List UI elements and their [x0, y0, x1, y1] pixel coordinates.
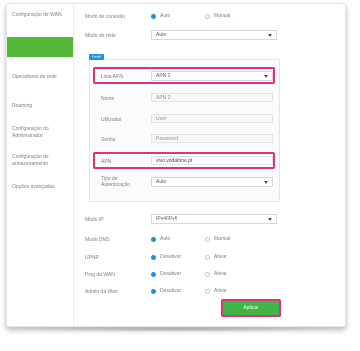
network-mode-select[interactable]: Auto: [151, 30, 277, 40]
chevron-down-icon: [268, 34, 272, 37]
network-mode-label: Modo de rede: [85, 33, 116, 39]
upnp-disable-radio[interactable]: Desativar: [151, 254, 181, 260]
sidebar-item-roaming[interactable]: Roaming: [7, 103, 73, 110]
radio-unselected-icon: [205, 271, 210, 277]
ping-wan-label: Ping da WAN: [85, 272, 115, 278]
radio-unselected-icon: [205, 254, 210, 260]
chevron-down-icon: [264, 181, 268, 184]
radio-selected-icon: [151, 254, 156, 260]
conn-mode-label: Modo de conexão: [85, 14, 125, 20]
radio-selected-icon: [151, 236, 156, 242]
conn-mode-manual-radio[interactable]: Manual: [205, 13, 230, 19]
sidebar-item-advanced-options[interactable]: Opções avançadas: [7, 184, 73, 191]
sidebar-item-network-operators[interactable]: Operadores de rede: [7, 74, 73, 81]
ip-mode-label: Modo IP: [85, 217, 104, 223]
admin-wan-label: Admin da Wan: [85, 289, 118, 295]
radio-unselected-icon: [205, 236, 210, 242]
apn-list-highlight: [93, 67, 275, 84]
dns-manual-radio[interactable]: Manual: [205, 236, 230, 242]
admin-wan-enable-radio[interactable]: Ativar: [205, 288, 227, 294]
admin-wan-disable-radio[interactable]: Desativar: [151, 288, 181, 294]
name-label: Nome: [101, 96, 115, 102]
apn-highlight: [93, 152, 275, 169]
ip-mode-select[interactable]: IPv4/IPv6: [151, 214, 277, 224]
chevron-down-icon: [268, 218, 272, 221]
sidebar: Configuração de WAN Operadores de rede R…: [7, 4, 74, 326]
name-field[interactable]: APN 2: [151, 93, 273, 102]
password-label: Senha: [101, 137, 116, 143]
sidebar-item-admin-config[interactable]: Configuração do Administrador: [7, 126, 73, 140]
sidebar-item-storage-config[interactable]: Configuração de armazenamento: [7, 154, 73, 168]
user-field[interactable]: User: [151, 114, 273, 123]
auth-type-select[interactable]: Auto: [151, 177, 273, 187]
ping-wan-enable-radio[interactable]: Ativar: [205, 271, 227, 277]
profile-tag: Perfil: [89, 54, 105, 60]
user-label: Utilizador: [101, 117, 122, 123]
upnp-enable-radio[interactable]: Ativar: [205, 254, 227, 260]
sidebar-item-wan-config[interactable]: Configuração de WAN: [7, 12, 73, 19]
ping-wan-disable-radio[interactable]: Desativar: [151, 271, 181, 277]
radio-selected-icon: [151, 288, 156, 294]
upnp-label: UPNP: [85, 255, 99, 261]
dns-auto-radio[interactable]: Auto: [151, 236, 170, 242]
auth-type-label: Tipo de Autenticação: [101, 176, 130, 188]
password-field[interactable]: Password: [151, 134, 273, 143]
radio-unselected-icon: [205, 288, 210, 294]
settings-window: Configuração de WAN Operadores de rede R…: [6, 3, 346, 327]
main-content: Modo de conexão Auto Manual Modo de rede…: [73, 4, 345, 326]
conn-mode-auto-radio[interactable]: Auto: [151, 13, 170, 19]
apply-button[interactable]: Aplicar: [221, 299, 281, 317]
radio-selected-icon: [151, 271, 156, 277]
radio-selected-icon: [151, 13, 156, 19]
radio-unselected-icon: [205, 13, 210, 19]
dns-mode-label: Modo DNS: [85, 237, 110, 243]
sidebar-item-active[interactable]: [7, 37, 73, 57]
